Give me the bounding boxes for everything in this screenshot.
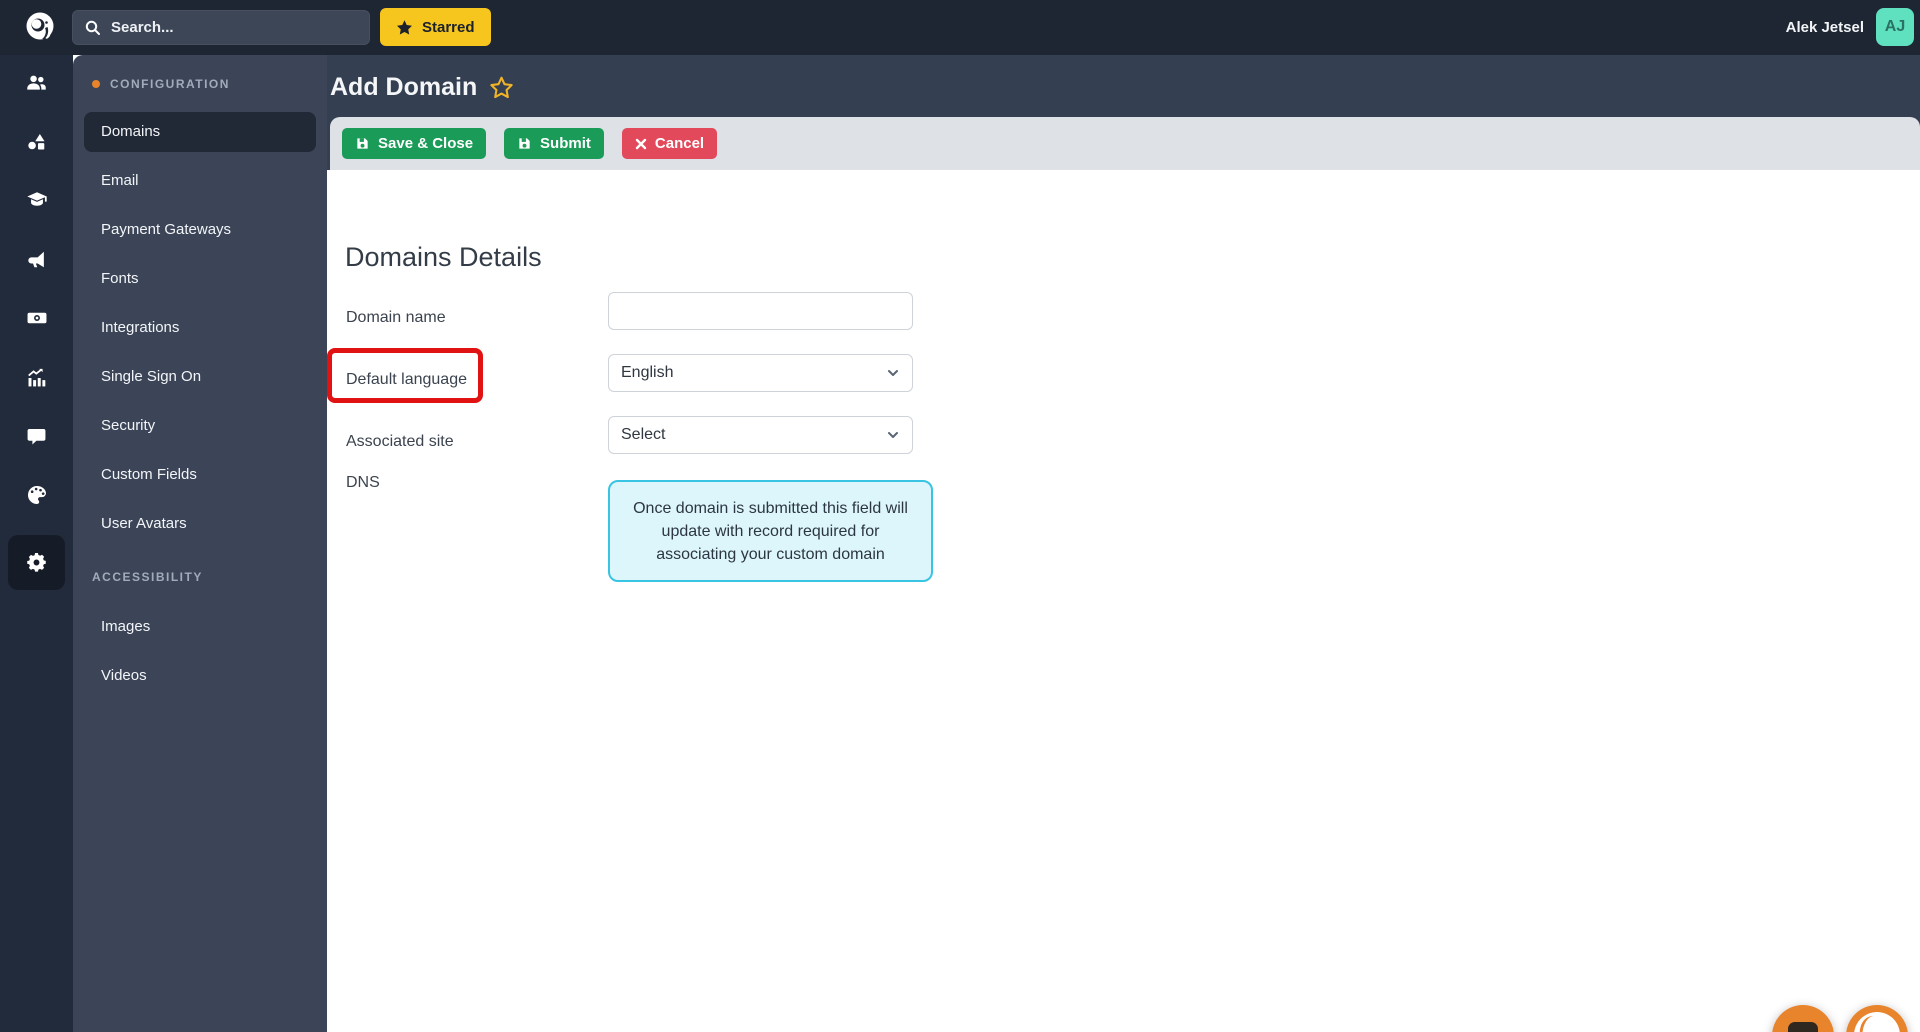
sidebar-item-email[interactable]: Email bbox=[84, 161, 316, 201]
sidebar-section-accessibility: ACCESSIBILITY bbox=[92, 569, 316, 585]
graduation-cap-icon[interactable] bbox=[0, 180, 73, 220]
save-close-button[interactable]: Save & Close bbox=[342, 128, 487, 159]
sidebar-section-configuration: CONFIGURATION bbox=[92, 76, 316, 92]
domain-name-label: Domain name bbox=[346, 309, 446, 326]
star-icon bbox=[397, 19, 412, 35]
page-header: Add Domain Save & Close Submit Cancel bbox=[327, 55, 1920, 170]
sidebar-item-payment-gateways[interactable]: Payment Gateways bbox=[84, 210, 316, 250]
action-toolbar: Save & Close Submit Cancel bbox=[330, 117, 1920, 170]
users-icon[interactable] bbox=[0, 62, 73, 102]
submit-button[interactable]: Submit bbox=[504, 128, 604, 159]
palette-icon[interactable] bbox=[0, 475, 73, 515]
chevron-down-icon bbox=[888, 432, 898, 438]
main-area: Add Domain Save & Close Submit Cancel Do… bbox=[327, 55, 1920, 1032]
user-area: Alek Jetsel AJ bbox=[1786, 8, 1914, 46]
section-title: ACCESSIBILITY bbox=[92, 570, 203, 584]
dns-label: DNS bbox=[346, 474, 380, 491]
domain-name-input[interactable] bbox=[608, 292, 913, 330]
global-search bbox=[72, 10, 370, 45]
orange-dot-icon bbox=[92, 80, 100, 88]
settings-icon[interactable] bbox=[8, 535, 65, 590]
starred-button[interactable]: Starred bbox=[380, 8, 491, 46]
analytics-icon[interactable] bbox=[0, 357, 73, 397]
selected-value: English bbox=[621, 364, 674, 381]
associated-site-select[interactable]: Select bbox=[608, 416, 913, 454]
elephant-logo-icon[interactable] bbox=[21, 8, 59, 46]
sidebar-item-images[interactable]: Images bbox=[84, 607, 316, 647]
user-avatar[interactable]: AJ bbox=[1876, 8, 1914, 46]
settings-sidebar: CONFIGURATION Domains Email Payment Gate… bbox=[73, 55, 327, 1032]
associated-site-label: Associated site bbox=[346, 433, 454, 450]
starred-label: Starred bbox=[422, 18, 475, 36]
chevron-down-icon bbox=[888, 370, 898, 376]
close-icon bbox=[635, 138, 647, 149]
sidebar-item-domains[interactable]: Domains bbox=[84, 112, 316, 152]
shapes-icon[interactable] bbox=[0, 121, 73, 161]
search-input[interactable] bbox=[109, 18, 343, 37]
page-title: Add Domain bbox=[330, 73, 478, 101]
default-language-label: Default language bbox=[346, 371, 467, 388]
form-content: Domains Details Domain name Default lang… bbox=[327, 170, 1920, 1032]
sidebar-item-fonts[interactable]: Fonts bbox=[84, 259, 316, 299]
save-icon bbox=[357, 138, 368, 149]
cancel-button[interactable]: Cancel bbox=[621, 128, 718, 159]
sidebar-item-single-sign-on[interactable]: Single Sign On bbox=[84, 357, 316, 397]
section-title: CONFIGURATION bbox=[110, 77, 230, 91]
sidebar-item-integrations[interactable]: Integrations bbox=[84, 308, 316, 348]
cancel-label: Cancel bbox=[654, 135, 705, 152]
submit-label: Submit bbox=[540, 135, 591, 152]
chat-icon[interactable] bbox=[0, 416, 73, 456]
sidebar-item-security[interactable]: Security bbox=[84, 406, 316, 446]
favorite-star-icon[interactable] bbox=[490, 76, 513, 99]
sidebar-item-videos[interactable]: Videos bbox=[84, 656, 316, 696]
megaphone-icon[interactable] bbox=[0, 239, 73, 279]
app-window: Starred Alek Jetsel AJ bbox=[0, 0, 1920, 1032]
default-language-select[interactable]: English bbox=[608, 354, 913, 392]
sidebar-item-custom-fields[interactable]: Custom Fields bbox=[84, 455, 316, 495]
top-bar: Starred Alek Jetsel AJ bbox=[0, 0, 1920, 55]
section-heading: Domains Details bbox=[345, 242, 542, 272]
dns-info-box: Once domain is submitted this field will… bbox=[608, 480, 933, 582]
save-icon bbox=[519, 138, 530, 149]
user-name: Alek Jetsel bbox=[1785, 18, 1864, 36]
save-close-label: Save & Close bbox=[378, 135, 474, 152]
selected-value: Select bbox=[621, 426, 666, 443]
icon-rail bbox=[0, 55, 73, 1032]
chat-bubble-icon bbox=[1788, 1022, 1818, 1032]
money-icon[interactable] bbox=[0, 298, 73, 338]
search-icon bbox=[85, 20, 100, 35]
sidebar-item-user-avatars[interactable]: User Avatars bbox=[84, 504, 316, 544]
